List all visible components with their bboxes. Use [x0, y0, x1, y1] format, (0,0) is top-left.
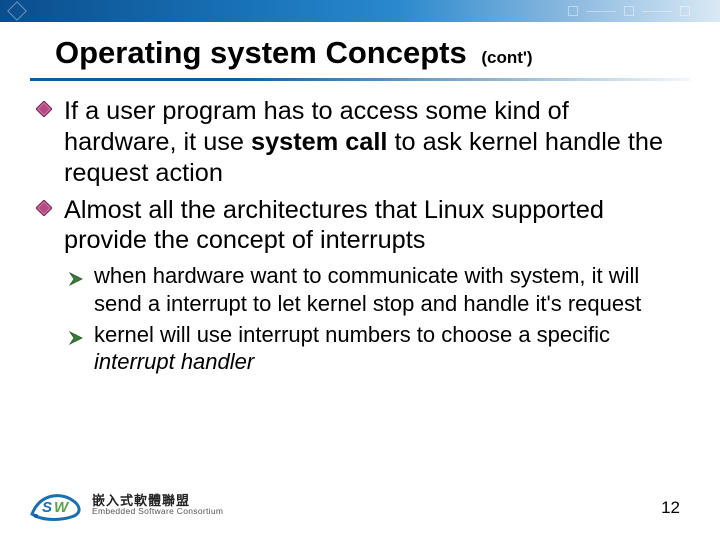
subbullet-text: kernel will use interrupt numbers to cho…: [94, 322, 610, 347]
bullet-text-strong: system call: [251, 128, 387, 156]
logo-mark-icon: S W: [30, 488, 84, 522]
title-main: Operating system Concepts: [55, 35, 467, 70]
svg-text:W: W: [54, 499, 70, 516]
slide-body: If a user program has to access some kin…: [36, 96, 684, 379]
subbullet-text: when hardware want to communicate with s…: [94, 263, 641, 315]
logo-text-cjk: 嵌入式軟體聯盟: [92, 494, 223, 508]
bullet-level1: If a user program has to access some kin…: [36, 96, 684, 189]
arrow-bullet-icon: [68, 325, 84, 341]
footer-logo: S W 嵌入式軟體聯盟 Embedded Software Consortium: [30, 488, 223, 522]
title-suffix: (cont'): [481, 48, 532, 67]
top-decorative-band: [0, 0, 720, 22]
diamond-bullet-icon: [36, 101, 52, 117]
logo-text: 嵌入式軟體聯盟 Embedded Software Consortium: [92, 494, 223, 517]
svg-text:S: S: [42, 499, 52, 516]
bullet-level2: when hardware want to communicate with s…: [68, 262, 684, 317]
bullet-text-pre: Almost all the architectures that Linux …: [64, 196, 604, 255]
slide-title: Operating system Concepts (cont'): [0, 26, 720, 78]
diamond-bullet-icon: [36, 200, 52, 216]
subbullet-italic: interrupt handler: [94, 349, 254, 374]
bullet-level1: Almost all the architectures that Linux …: [36, 195, 684, 257]
title-underline: [30, 78, 690, 81]
slide-number: 12: [661, 498, 680, 518]
slide: Operating system Concepts (cont') If a u…: [0, 0, 720, 540]
bullet-level2: kernel will use interrupt numbers to cho…: [68, 321, 684, 376]
arrow-bullet-icon: [68, 266, 84, 282]
top-circuit-decoration: [568, 0, 690, 22]
logo-text-en: Embedded Software Consortium: [92, 507, 223, 516]
